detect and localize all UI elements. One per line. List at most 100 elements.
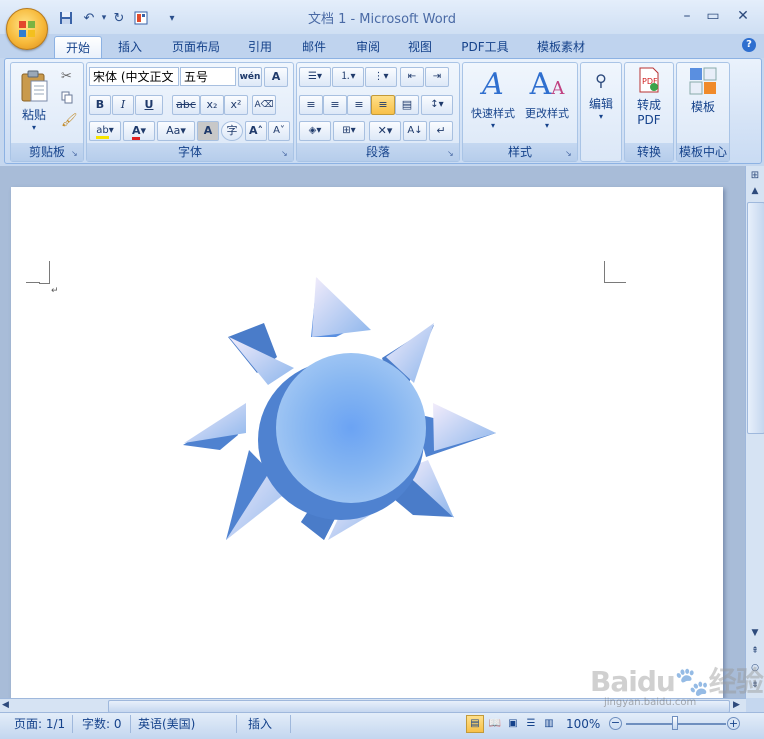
tab-view[interactable]: 视图 bbox=[400, 36, 440, 58]
clipboard-launcher-icon[interactable]: ↘ bbox=[71, 149, 80, 158]
increase-indent-button[interactable]: ⇥ bbox=[425, 67, 449, 87]
scroll-left-icon[interactable]: ◀ bbox=[2, 700, 9, 710]
justify-button[interactable]: ≡ bbox=[371, 95, 395, 115]
italic-button[interactable]: I bbox=[112, 95, 134, 115]
styles-launcher-icon[interactable]: ↘ bbox=[565, 149, 574, 158]
sort-button[interactable]: A↓ bbox=[403, 121, 427, 141]
zoom-in-icon[interactable]: + bbox=[727, 717, 740, 730]
grow-font-button[interactable]: A˄ bbox=[245, 121, 267, 141]
font-color-button[interactable]: A▾ bbox=[123, 121, 155, 141]
tab-pdf-tools[interactable]: PDF工具 bbox=[455, 36, 515, 58]
print-layout-view-icon[interactable]: ▤ bbox=[466, 715, 484, 733]
superscript-button[interactable]: x² bbox=[224, 95, 248, 115]
quick-styles-button[interactable]: A 快速样式 ▾ bbox=[467, 65, 519, 137]
convert-pdf-label-1: 转成 bbox=[636, 98, 661, 112]
draft-view-icon[interactable]: ▥ bbox=[540, 715, 558, 733]
paste-button[interactable]: 粘贴 ▾ bbox=[15, 67, 53, 137]
char-shading-button[interactable]: A bbox=[197, 121, 219, 141]
status-separator bbox=[290, 715, 291, 733]
scroll-up-icon[interactable]: ▲ bbox=[748, 186, 762, 198]
borders-button[interactable]: ⊞▾ bbox=[333, 121, 365, 141]
cut-icon[interactable]: ✂ bbox=[61, 69, 72, 84]
highlight-button[interactable]: ab▾ bbox=[89, 121, 121, 141]
line-spacing-button[interactable]: ↕▾ bbox=[421, 95, 453, 115]
scroll-right-icon[interactable]: ▶ bbox=[733, 700, 740, 710]
styles-group: A 快速样式 ▾ AA 更改样式 ▾ 样式 ↘ bbox=[462, 62, 578, 162]
baidu-watermark: Baidu🐾经验 bbox=[590, 660, 764, 700]
subscript-button[interactable]: x₂ bbox=[200, 95, 224, 115]
clear-format-button[interactable]: A⌫ bbox=[252, 95, 276, 115]
convert-group-label: 转换 bbox=[625, 143, 673, 161]
scroll-down-icon[interactable]: ▼ bbox=[748, 628, 762, 640]
close-icon[interactable]: ✕ bbox=[730, 6, 756, 26]
web-layout-icon[interactable]: ▣ bbox=[504, 715, 522, 733]
shrink-font-button[interactable]: A˅ bbox=[268, 121, 290, 141]
paragraph-launcher-icon[interactable]: ↘ bbox=[447, 149, 456, 158]
decrease-indent-button[interactable]: ⇤ bbox=[400, 67, 424, 87]
sun-shape[interactable] bbox=[176, 275, 506, 600]
show-marks-button[interactable]: ↵ bbox=[429, 121, 453, 141]
bullets-button[interactable]: ☰▾ bbox=[299, 67, 331, 87]
zoom-level[interactable]: 100% bbox=[566, 716, 600, 732]
ruler-toggle-icon[interactable]: ⊞ bbox=[748, 170, 762, 184]
underline-button[interactable]: U bbox=[135, 95, 163, 115]
editing-button[interactable]: ⚲ 编辑 ▾ bbox=[583, 67, 619, 141]
tab-references[interactable]: 引用 bbox=[240, 36, 280, 58]
outline-view-icon[interactable]: ☰ bbox=[522, 715, 540, 733]
tab-insert[interactable]: 插入 bbox=[110, 36, 150, 58]
document-page[interactable]: ↵ bbox=[11, 187, 723, 698]
format-painter-icon[interactable]: 🖌 bbox=[61, 113, 78, 128]
tab-home[interactable]: 开始 bbox=[54, 36, 102, 59]
paw-icon: 🐾 bbox=[674, 665, 710, 698]
align-center-button[interactable]: ≡ bbox=[323, 95, 347, 115]
font-name-combo[interactable]: 宋体 (中文正文 bbox=[89, 67, 179, 86]
char-border-button[interactable]: A bbox=[264, 67, 288, 87]
font-size-combo[interactable]: 五号 bbox=[180, 67, 236, 86]
maximize-icon[interactable]: ▭ bbox=[700, 6, 726, 26]
page-count[interactable]: 页面: 1/1 bbox=[14, 716, 65, 732]
office-button[interactable] bbox=[6, 8, 48, 50]
insert-mode-indicator[interactable]: 插入 bbox=[248, 716, 272, 732]
change-case-button[interactable]: Aa▾ bbox=[157, 121, 195, 141]
quick-styles-label: 快速样式 bbox=[471, 107, 515, 120]
tab-review[interactable]: 审阅 bbox=[348, 36, 388, 58]
align-right-button[interactable]: ≡ bbox=[347, 95, 371, 115]
language-indicator[interactable]: 英语(美国) bbox=[138, 716, 195, 732]
styles-group-label: 样式 bbox=[463, 143, 577, 161]
window-title: 文档 1 - Microsoft Word bbox=[307, 12, 457, 27]
tab-page-layout[interactable]: 页面布局 bbox=[165, 36, 227, 58]
bold-button[interactable]: B bbox=[89, 95, 111, 115]
help-icon[interactable]: ? bbox=[742, 38, 756, 52]
font-size-value: 五号 bbox=[184, 70, 209, 84]
zoom-slider-thumb[interactable] bbox=[672, 716, 678, 730]
prev-page-icon[interactable]: ⇞ bbox=[748, 646, 762, 658]
copy-icon[interactable] bbox=[61, 91, 73, 104]
editing-label: 编辑 bbox=[588, 97, 613, 111]
watermark-url: jingyan.baidu.com bbox=[604, 697, 697, 708]
align-left-button[interactable]: ≡ bbox=[299, 95, 323, 115]
change-styles-button[interactable]: AA 更改样式 ▾ bbox=[521, 65, 573, 137]
minimize-icon[interactable]: – bbox=[674, 6, 700, 26]
distributed-button[interactable]: ▤ bbox=[395, 95, 419, 115]
enclose-chars-button[interactable]: 字 bbox=[221, 121, 243, 141]
phonetic-guide-button[interactable]: wén bbox=[238, 67, 262, 87]
zoom-out-icon[interactable]: − bbox=[609, 717, 622, 730]
shading-button[interactable]: ◈▾ bbox=[299, 121, 331, 141]
chinese-layout-button[interactable]: ✕▾ bbox=[369, 121, 401, 141]
numbering-button[interactable]: ⒈▾ bbox=[332, 67, 364, 87]
multilevel-list-button[interactable]: ⋮▾ bbox=[365, 67, 397, 87]
tab-templates[interactable]: 模板素材 bbox=[530, 36, 592, 58]
vertical-scroll-thumb[interactable] bbox=[747, 202, 764, 434]
convert-to-pdf-button[interactable]: PDF 转成 PDF bbox=[627, 67, 671, 139]
pdf-icon: PDF bbox=[639, 67, 659, 93]
vertical-scrollbar[interactable]: ⊞ ▲ ▼ ⇞ ○ ⇟ bbox=[745, 166, 764, 698]
tab-mailings[interactable]: 邮件 bbox=[294, 36, 334, 58]
strikethrough-button[interactable]: abc bbox=[172, 95, 200, 115]
paste-dropdown-icon: ▾ bbox=[31, 123, 36, 132]
full-screen-reading-icon[interactable]: 📖 bbox=[486, 715, 504, 733]
word-count[interactable]: 字数: 0 bbox=[82, 716, 122, 732]
template-button[interactable]: 模板 bbox=[679, 67, 727, 127]
font-launcher-icon[interactable]: ↘ bbox=[281, 149, 290, 158]
convert-pdf-label-2: PDF bbox=[637, 113, 661, 127]
font-color-glyph: A bbox=[131, 124, 141, 140]
